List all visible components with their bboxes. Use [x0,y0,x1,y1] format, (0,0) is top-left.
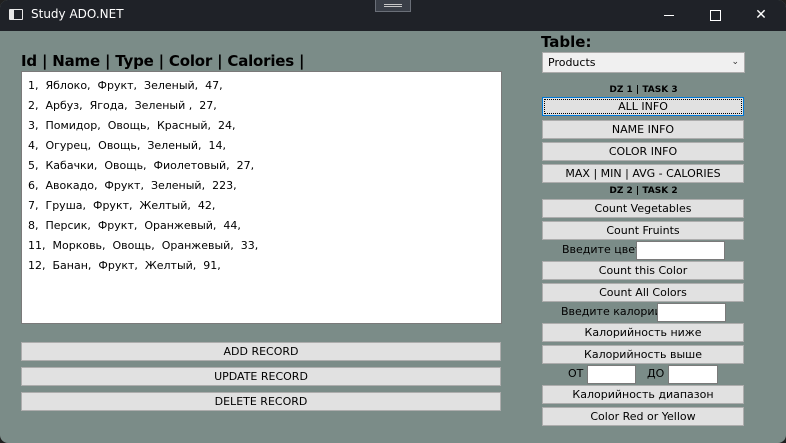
calories-range-button[interactable]: Калорийность диапазон [542,385,744,404]
add-record-button[interactable]: ADD RECORD [21,342,501,361]
color-input-label: Введите цвет [562,243,642,256]
snap-grip-handle[interactable] [375,0,411,12]
title-bar[interactable]: Study ADO.NET ✕ [0,0,786,31]
list-item[interactable]: 7, Груша, Фрукт, Желтый, 42, [28,196,501,216]
calories-input-label: Введите калории [561,305,662,318]
color-info-button[interactable]: COLOR INFO [542,142,744,161]
maximize-button[interactable] [692,0,738,31]
dz2-section-label: DZ 2 | TASK 2 [609,186,678,196]
calories-higher-button[interactable]: Калорийность выше [542,345,744,364]
from-label: ОТ [568,367,584,380]
color-red-yellow-button[interactable]: Color Red or Yellow [542,407,744,426]
list-header: Id | Name | Type | Color | Calories | [21,52,305,70]
maximize-icon [709,9,721,21]
count-fruits-button[interactable]: Count Fruints [542,221,744,240]
to-input[interactable] [668,365,718,384]
dz1-section-label: DZ 1 | TASK 3 [609,85,678,95]
list-item[interactable]: 1, Яблоко, Фрукт, Зеленый, 47, [28,76,501,96]
list-item[interactable]: 6, Авокадо, Фрукт, Зеленый, 223, [28,176,501,196]
all-info-button[interactable]: ALL INFO [542,97,744,116]
calories-stats-button[interactable]: MAX | MIN | AVG - CALORIES [542,164,744,183]
count-all-colors-button[interactable]: Count All Colors [542,283,744,302]
to-label: ДО [647,367,665,380]
list-item[interactable]: 3, Помидор, Овощь, Красный, 24, [28,116,501,136]
count-this-color-button[interactable]: Count this Color [542,261,744,280]
close-icon: ✕ [755,7,767,23]
main-window: Study ADO.NET ✕ Id | Name | Type | Color… [0,0,786,443]
list-item[interactable]: 12, Банан, Фрукт, Желтый, 91, [28,256,501,276]
list-item[interactable]: 8, Персик, Фрукт, Оранжевый, 44, [28,216,501,236]
chevron-down-icon: ⌄ [731,57,739,67]
close-button[interactable]: ✕ [738,0,784,31]
records-listbox[interactable]: 1, Яблоко, Фрукт, Зеленый, 47, 2, Арбуз,… [21,71,502,324]
minimize-button[interactable] [646,0,692,31]
count-vegetables-button[interactable]: Count Vegetables [542,199,744,218]
calories-input[interactable] [657,303,726,322]
name-info-button[interactable]: NAME INFO [542,120,744,139]
window-title: Study ADO.NET [31,7,124,21]
table-select[interactable]: Products ⌄ [542,52,745,73]
list-item[interactable]: 5, Кабачки, Овощь, Фиолетовый, 27, [28,156,501,176]
delete-record-button[interactable]: DELETE RECORD [21,392,501,411]
calories-lower-button[interactable]: Калорийность ниже [542,323,744,342]
update-record-button[interactable]: UPDATE RECORD [21,367,501,386]
app-icon [9,9,23,20]
table-select-value: Products [548,56,596,69]
list-item[interactable]: 2, Арбуз, Ягода, Зеленый , 27, [28,96,501,116]
color-input[interactable] [636,241,725,260]
list-item[interactable]: 4, Огурец, Овощь, Зеленый, 14, [28,136,501,156]
from-input[interactable] [587,365,636,384]
minimize-icon [664,14,674,16]
list-item[interactable]: 11, Морковь, Овощь, Оранжевый, 33, [28,236,501,256]
table-label: Table: [541,33,592,51]
